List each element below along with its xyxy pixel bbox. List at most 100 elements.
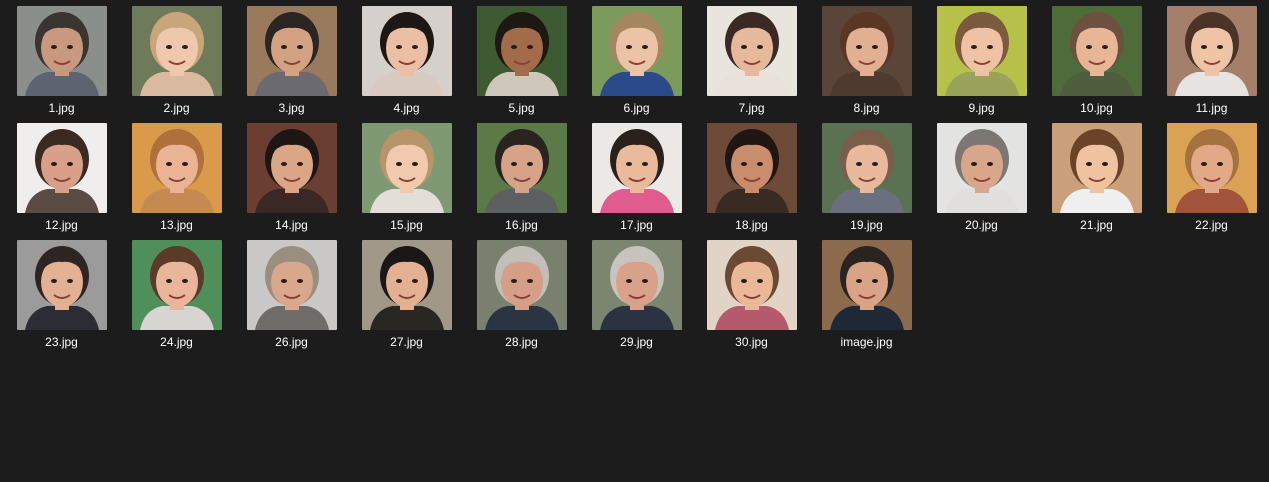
thumbnail[interactable]	[821, 123, 912, 213]
thumbnail[interactable]	[246, 123, 337, 213]
thumbnail[interactable]	[361, 6, 452, 96]
file-name: 11.jpg	[1195, 101, 1228, 115]
file-item[interactable]: 7.jpg	[699, 6, 804, 123]
thumbnail[interactable]	[246, 6, 337, 96]
face-photo-icon	[131, 240, 222, 330]
file-item[interactable]: 8.jpg	[814, 6, 919, 123]
thumbnail[interactable]	[591, 123, 682, 213]
file-name: 6.jpg	[623, 101, 650, 115]
file-item[interactable]: 5.jpg	[469, 6, 574, 123]
thumbnail[interactable]	[936, 123, 1027, 213]
face-photo-icon	[246, 6, 337, 96]
file-name: 13.jpg	[160, 218, 193, 232]
thumbnail[interactable]	[706, 123, 797, 213]
thumbnail[interactable]	[246, 240, 337, 330]
face-photo-icon	[361, 240, 452, 330]
file-item[interactable]: 29.jpg	[584, 240, 689, 357]
thumbnail[interactable]	[1166, 6, 1257, 96]
file-name: 10.jpg	[1080, 101, 1113, 115]
file-item[interactable]: 23.jpg	[9, 240, 114, 357]
file-item[interactable]: 9.jpg	[929, 6, 1034, 123]
thumbnail[interactable]	[821, 240, 912, 330]
file-name: 20.jpg	[965, 218, 998, 232]
thumbnail[interactable]	[131, 6, 222, 96]
face-photo-icon	[361, 123, 452, 213]
face-photo-icon	[591, 6, 682, 96]
face-photo-icon	[16, 240, 107, 330]
face-photo-icon	[1166, 6, 1257, 96]
file-item[interactable]: 19.jpg	[814, 123, 919, 240]
face-photo-icon	[936, 123, 1027, 213]
file-name: 21.jpg	[1080, 218, 1113, 232]
file-name: 29.jpg	[620, 335, 653, 349]
file-grid: 1.jpg 2.jpg 3.jpg 4.jpg 5.jpg 6.jpg 7.jpg 8.jpg…	[9, 6, 1264, 357]
thumbnail[interactable]	[476, 240, 567, 330]
thumbnail[interactable]	[821, 6, 912, 96]
file-name: 24.jpg	[160, 335, 193, 349]
file-item[interactable]: 6.jpg	[584, 6, 689, 123]
face-photo-icon	[476, 123, 567, 213]
file-name: 14.jpg	[275, 218, 308, 232]
thumbnail[interactable]	[476, 6, 567, 96]
face-photo-icon	[706, 240, 797, 330]
file-item[interactable]: 2.jpg	[124, 6, 229, 123]
thumbnail[interactable]	[706, 6, 797, 96]
file-name: 15.jpg	[390, 218, 423, 232]
thumbnail[interactable]	[1051, 123, 1142, 213]
file-name: 8.jpg	[853, 101, 880, 115]
thumbnail[interactable]	[1051, 6, 1142, 96]
face-photo-icon	[821, 123, 912, 213]
face-photo-icon	[476, 6, 567, 96]
file-name: 7.jpg	[738, 101, 765, 115]
file-name: 9.jpg	[968, 101, 995, 115]
file-item[interactable]: 3.jpg	[239, 6, 344, 123]
thumbnail[interactable]	[16, 6, 107, 96]
face-photo-icon	[131, 123, 222, 213]
face-photo-icon	[706, 6, 797, 96]
file-item[interactable]: 11.jpg	[1159, 6, 1264, 123]
thumbnail[interactable]	[16, 123, 107, 213]
file-item[interactable]: 17.jpg	[584, 123, 689, 240]
file-item[interactable]: 16.jpg	[469, 123, 574, 240]
face-photo-icon	[361, 6, 452, 96]
file-item[interactable]: 1.jpg	[9, 6, 114, 123]
file-item[interactable]: 27.jpg	[354, 240, 459, 357]
file-name: 2.jpg	[163, 101, 190, 115]
file-name: 17.jpg	[620, 218, 653, 232]
face-photo-icon	[706, 123, 797, 213]
face-photo-icon	[591, 123, 682, 213]
file-item[interactable]: 18.jpg	[699, 123, 804, 240]
thumbnail[interactable]	[131, 123, 222, 213]
thumbnail[interactable]	[936, 6, 1027, 96]
file-item[interactable]: 22.jpg	[1159, 123, 1264, 240]
file-name: 16.jpg	[505, 218, 538, 232]
file-item[interactable]: 4.jpg	[354, 6, 459, 123]
file-item[interactable]: 12.jpg	[9, 123, 114, 240]
thumbnail[interactable]	[1166, 123, 1257, 213]
thumbnail[interactable]	[361, 240, 452, 330]
file-item[interactable]: 30.jpg	[699, 240, 804, 357]
thumbnail[interactable]	[16, 240, 107, 330]
face-photo-icon	[476, 240, 567, 330]
file-name: 28.jpg	[505, 335, 538, 349]
file-item[interactable]: 15.jpg	[354, 123, 459, 240]
file-name: 1.jpg	[48, 101, 75, 115]
file-item[interactable]: 21.jpg	[1044, 123, 1149, 240]
file-item[interactable]: 28.jpg	[469, 240, 574, 357]
thumbnail[interactable]	[361, 123, 452, 213]
thumbnail[interactable]	[131, 240, 222, 330]
thumbnail[interactable]	[591, 240, 682, 330]
thumbnail[interactable]	[476, 123, 567, 213]
file-name: 23.jpg	[45, 335, 78, 349]
thumbnail[interactable]	[591, 6, 682, 96]
file-item[interactable]: 14.jpg	[239, 123, 344, 240]
file-item[interactable]: 26.jpg	[239, 240, 344, 357]
file-item[interactable]: 13.jpg	[124, 123, 229, 240]
thumbnail[interactable]	[706, 240, 797, 330]
file-item[interactable]: 20.jpg	[929, 123, 1034, 240]
file-name: 22.jpg	[1195, 218, 1228, 232]
file-item[interactable]: 24.jpg	[124, 240, 229, 357]
face-photo-icon	[1051, 6, 1142, 96]
file-item[interactable]: image.jpg	[814, 240, 919, 357]
file-item[interactable]: 10.jpg	[1044, 6, 1149, 123]
